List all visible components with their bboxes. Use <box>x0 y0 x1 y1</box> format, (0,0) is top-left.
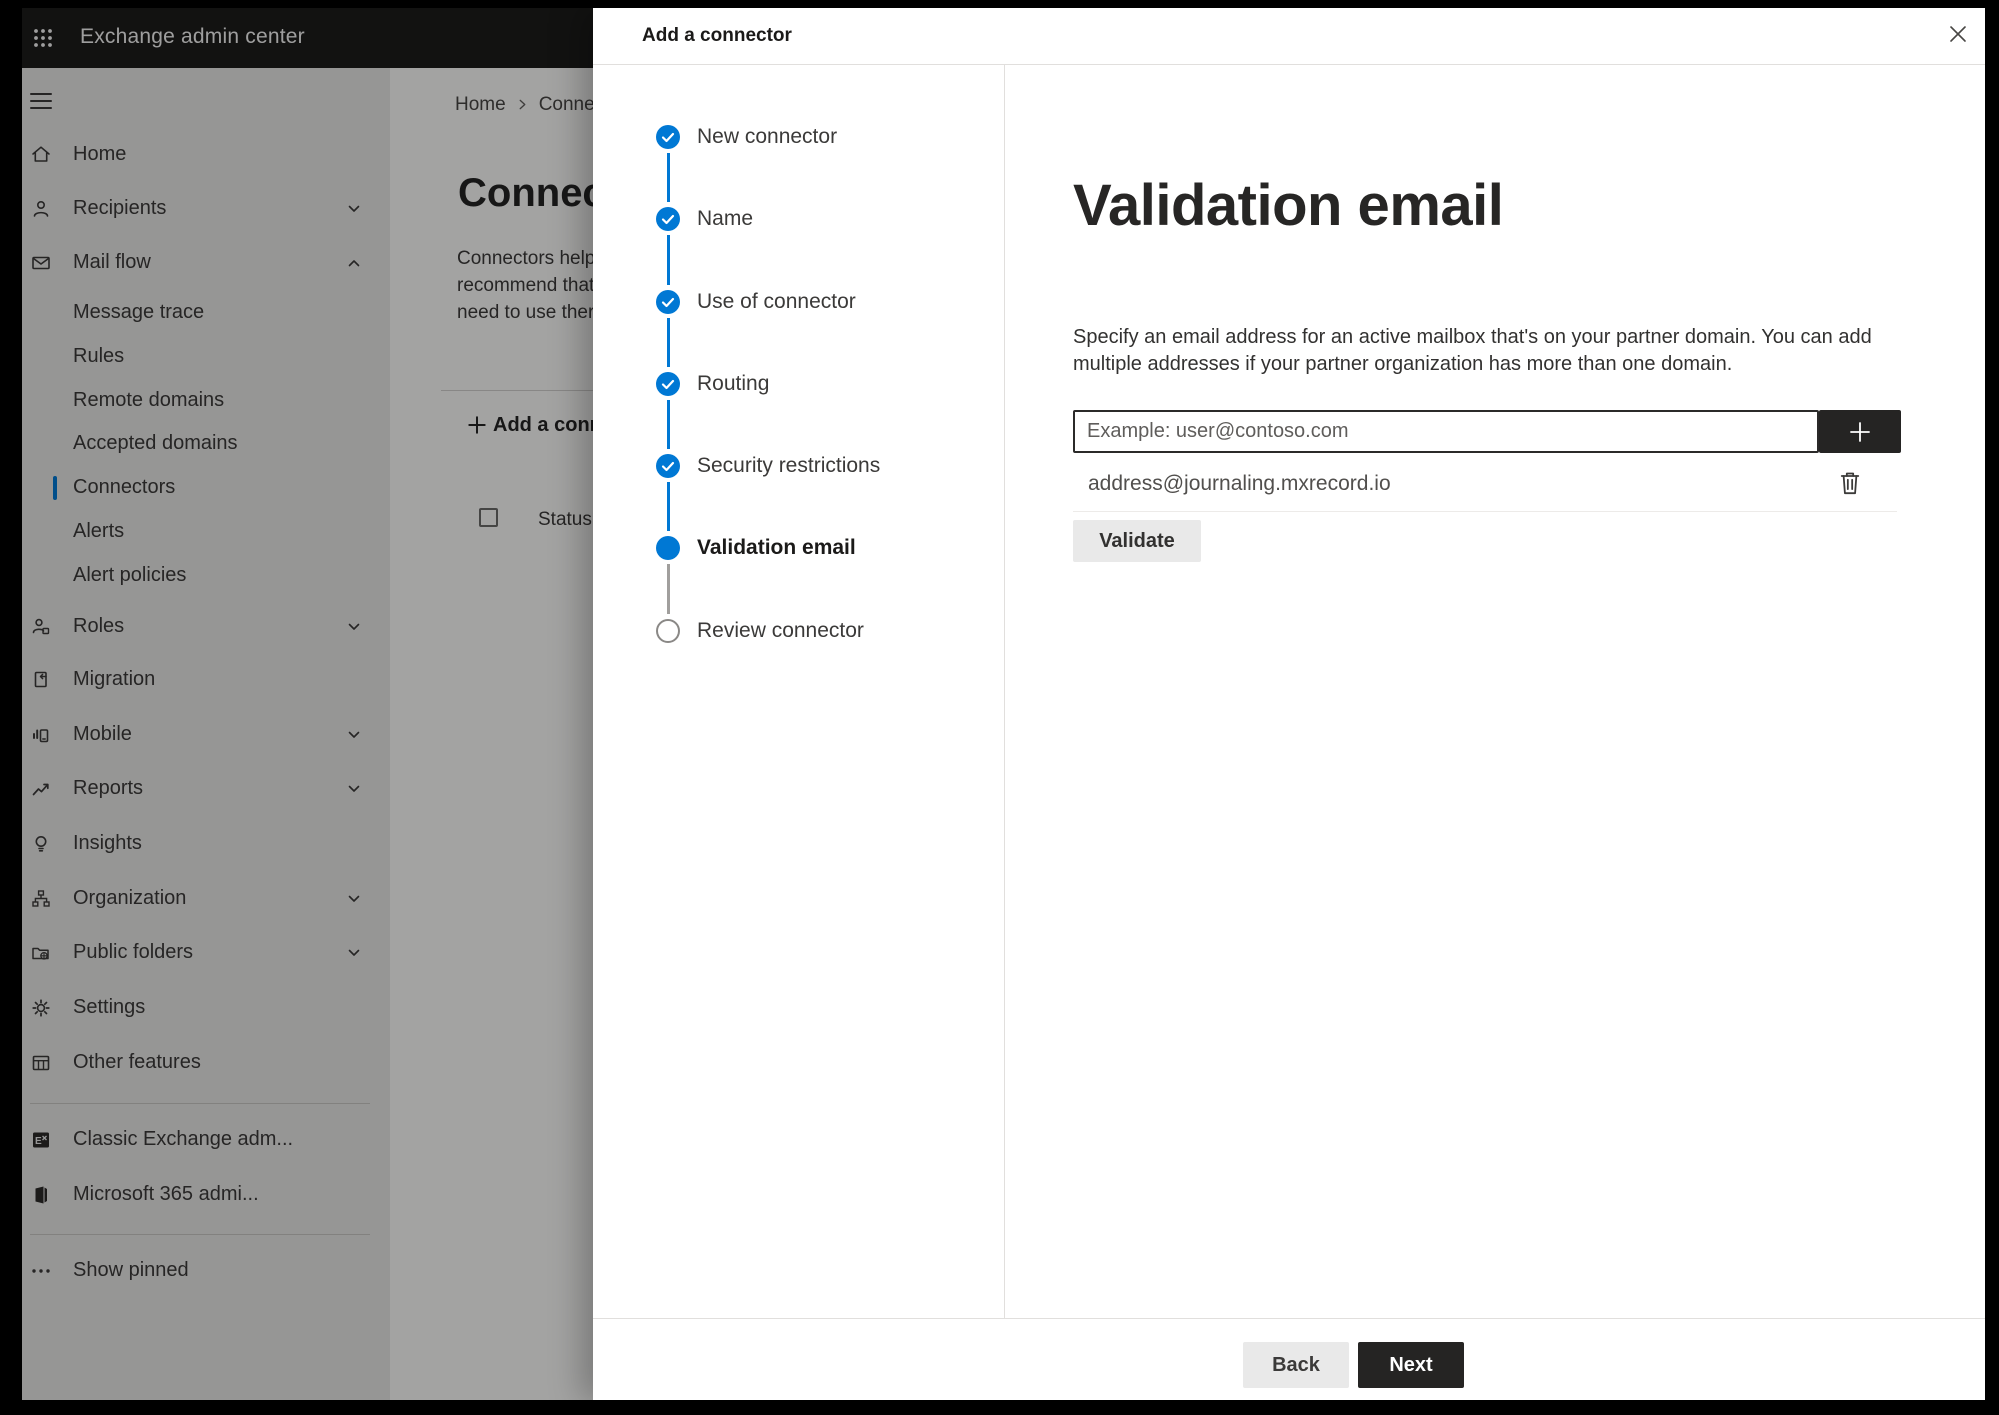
plus-icon <box>1847 421 1873 442</box>
step-connector-line <box>667 318 670 367</box>
validation-description-line: multiple addresses if your partner organ… <box>1073 353 1733 375</box>
back-button[interactable]: Back <box>1243 1342 1349 1388</box>
validation-email-input[interactable] <box>1073 410 1819 453</box>
step-page-heading: Validation email <box>1073 173 1504 238</box>
screenshot-root: { "app": { "title": "Exchange admin cent… <box>0 0 1999 1415</box>
step-check-icon <box>656 454 680 478</box>
app-window: Exchange admin center Home Recipients Mail… <box>22 8 1985 1400</box>
step-label: Review connector <box>697 619 864 642</box>
steps-panel-divider <box>1004 65 1005 1318</box>
step-check-icon <box>656 207 680 231</box>
add-address-button[interactable] <box>1819 410 1901 453</box>
add-connector-modal: Add a connector New connector Name Use of … <box>593 8 1985 1400</box>
step-check-icon <box>656 125 680 149</box>
step-check-icon <box>656 372 680 396</box>
step-circle-icon <box>656 536 680 560</box>
added-address-value: address@journaling.mxrecord.io <box>1088 472 1391 495</box>
step-connector-line <box>667 564 670 614</box>
validation-description-line: Specify an email address for an active m… <box>1073 326 1872 348</box>
next-button[interactable]: Next <box>1358 1342 1464 1388</box>
step-circle-icon <box>656 619 680 643</box>
step-connector-line <box>667 482 670 531</box>
step-connector-line <box>667 400 670 449</box>
step-label: New connector <box>697 125 838 148</box>
close-icon[interactable] <box>1945 21 1971 47</box>
step-label: Use of connector <box>697 290 856 313</box>
footer-divider <box>593 1318 1985 1319</box>
modal-header-divider <box>593 64 1985 65</box>
added-address-row: address@journaling.mxrecord.io <box>1073 467 1897 501</box>
validate-button[interactable]: Validate <box>1073 520 1201 562</box>
delete-address-trash-icon[interactable] <box>1837 469 1865 497</box>
step-connector-line <box>667 153 670 202</box>
step-label: Security restrictions <box>697 454 881 477</box>
step-check-icon <box>656 290 680 314</box>
step-label: Routing <box>697 372 770 395</box>
modal-title: Add a connector <box>642 25 792 46</box>
step-connector-line <box>667 235 670 285</box>
step-label: Name <box>697 207 754 230</box>
address-row-divider <box>1073 511 1897 512</box>
step-label: Validation email <box>697 536 856 559</box>
